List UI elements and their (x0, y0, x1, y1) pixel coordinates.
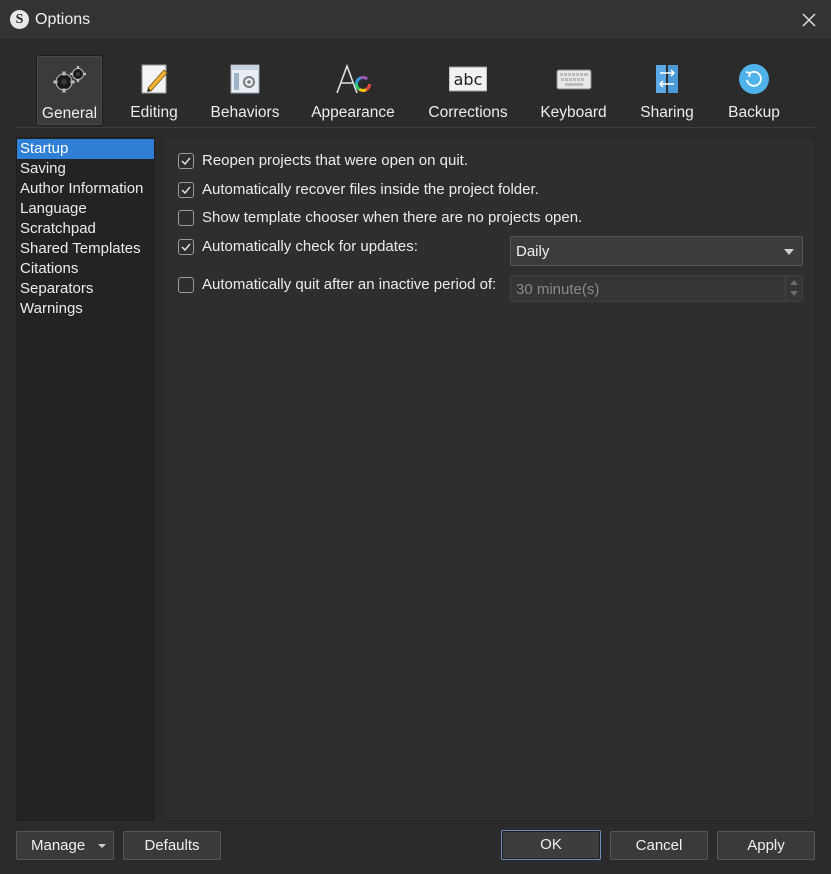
tab-backup-label: Backup (728, 104, 780, 121)
tab-sharing[interactable]: Sharing (633, 55, 701, 126)
tab-behaviors-label: Behaviors (210, 104, 280, 121)
cancel-button[interactable]: Cancel (610, 831, 708, 860)
sidebar-item-saving[interactable]: Saving (17, 159, 154, 179)
pencil-page-icon (135, 63, 173, 95)
tab-corrections-label: Corrections (428, 104, 508, 121)
sidebar-item-shared-templates[interactable]: Shared Templates (17, 239, 154, 259)
close-icon[interactable] (798, 9, 820, 31)
gears-icon (51, 64, 89, 96)
tab-appearance-label: Appearance (311, 104, 395, 121)
tab-corrections[interactable]: abc Corrections (423, 55, 513, 126)
tab-keyboard[interactable]: Keyboard (536, 55, 611, 126)
check-updates-label[interactable]: Automatically check for updates: (202, 237, 418, 257)
tab-editing-label: Editing (130, 104, 178, 121)
spin-buttons (785, 276, 802, 301)
sync-arrows-icon (648, 63, 686, 95)
tab-sharing-label: Sharing (640, 104, 694, 121)
inactive-period-value: 30 minute(s) (516, 281, 600, 298)
chevron-down-icon (784, 249, 794, 255)
reopen-projects-label[interactable]: Reopen projects that were open on quit. (202, 151, 468, 171)
tab-behaviors[interactable]: Behaviors (206, 55, 284, 126)
update-frequency-select[interactable]: Daily (510, 236, 803, 266)
spin-up-icon[interactable] (790, 280, 798, 285)
font-color-wheel-icon (334, 63, 372, 95)
defaults-button[interactable]: Defaults (123, 831, 221, 860)
settings-category-list: Startup Saving Author Information Langua… (16, 137, 155, 821)
sidebar-item-language[interactable]: Language (17, 199, 154, 219)
reopen-projects-checkbox[interactable] (178, 153, 194, 169)
tab-general-label: General (41, 105, 98, 122)
tab-general[interactable]: General (36, 55, 103, 126)
apply-button[interactable]: Apply (717, 831, 815, 860)
tab-backup[interactable]: Backup (721, 55, 787, 126)
sidebar-item-scratchpad[interactable]: Scratchpad (17, 219, 154, 239)
manage-button[interactable]: Manage (16, 831, 114, 860)
sidebar-item-author-information[interactable]: Author Information (17, 179, 154, 199)
title-bar: S Options (0, 0, 831, 40)
update-frequency-value: Daily (516, 243, 550, 260)
manage-dropdown[interactable] (93, 832, 113, 859)
ok-button[interactable]: OK (501, 830, 601, 860)
sidebar-item-warnings[interactable]: Warnings (17, 299, 154, 319)
auto-recover-checkbox[interactable] (178, 182, 194, 198)
manage-button-label: Manage (31, 837, 86, 854)
template-chooser-checkbox[interactable] (178, 210, 194, 226)
svg-text:abc: abc (454, 70, 483, 89)
auto-recover-label[interactable]: Automatically recover files inside the p… (202, 180, 539, 200)
inactive-period-spinbox[interactable]: 30 minute(s) (510, 275, 803, 302)
spin-down-icon[interactable] (790, 291, 798, 296)
template-chooser-label[interactable]: Show template chooser when there are no … (202, 208, 582, 228)
preferences-toolbar: General Editing Behaviors Appearance abc… (16, 51, 815, 128)
keyboard-icon (555, 63, 593, 95)
auto-quit-label[interactable]: Automatically quit after an inactive per… (202, 275, 496, 295)
app-logo-icon: S (10, 10, 29, 29)
abc-icon: abc (448, 63, 488, 95)
tab-editing[interactable]: Editing (120, 55, 188, 126)
window-gear-icon (226, 63, 264, 95)
sidebar-item-startup[interactable]: Startup (17, 139, 154, 159)
window-title: Options (35, 11, 91, 28)
chevron-down-icon (98, 844, 106, 848)
startup-settings-panel: Reopen projects that were open on quit. … (162, 137, 815, 821)
tab-keyboard-label: Keyboard (540, 104, 607, 121)
sidebar-item-separators[interactable]: Separators (17, 279, 154, 299)
backup-icon (735, 63, 773, 95)
sidebar-item-citations[interactable]: Citations (17, 259, 154, 279)
tab-appearance[interactable]: Appearance (308, 55, 398, 126)
check-updates-checkbox[interactable] (178, 239, 194, 255)
auto-quit-checkbox[interactable] (178, 277, 194, 293)
